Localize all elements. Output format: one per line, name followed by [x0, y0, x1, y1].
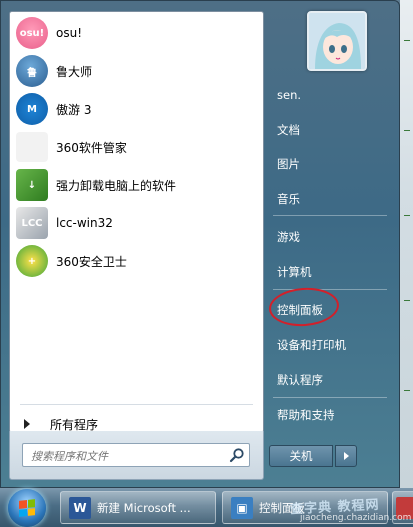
desktop-mark: [404, 40, 410, 41]
all-programs-label: 所有程序: [50, 417, 99, 432]
360-safeguard-icon: +: [16, 245, 48, 277]
program-item-ludashi[interactable]: 鲁 鲁大师: [12, 52, 261, 90]
menu-separator: [273, 397, 387, 398]
menu-label: 帮助和支持: [277, 408, 335, 422]
word-icon: W: [69, 496, 91, 519]
program-label: osu!: [56, 26, 83, 40]
menu-separator: [273, 215, 387, 216]
search-input[interactable]: [29, 447, 223, 465]
windows-logo-icon: [19, 499, 35, 517]
arrow-right-icon: [24, 419, 30, 429]
programs-pane: osu! osu! 鲁 鲁大师 M 傲游 3 360软件管家 ↓ 强力卸载电脑上: [9, 11, 264, 433]
menu-label: 文档: [277, 123, 300, 137]
menu-label: 设备和打印机: [277, 338, 346, 352]
desktop-mark: [404, 300, 410, 301]
program-label: 傲游 3: [56, 102, 92, 117]
360-software-manager-icon: [16, 132, 48, 162]
menu-label: 默认程序: [277, 373, 323, 387]
shutdown-options-button[interactable]: [335, 445, 357, 467]
program-label: 360安全卫士: [56, 254, 127, 269]
menu-item-user[interactable]: sen.: [267, 83, 393, 107]
desktop-background: [400, 0, 413, 490]
lcc-win32-icon: LCC: [16, 207, 48, 239]
chevron-right-icon: [344, 452, 349, 460]
control-panel-icon: ▣: [231, 496, 253, 519]
menu-label: 音乐: [277, 192, 300, 206]
desktop-mark: [404, 390, 410, 391]
program-item-lcc-win32[interactable]: LCC lcc-win32: [12, 204, 261, 242]
menu-item-default-programs[interactable]: 默认程序: [267, 368, 393, 392]
user-avatar[interactable]: [307, 11, 367, 71]
search-icon[interactable]: [229, 447, 245, 463]
taskbar-label: 新建 Microsoft ...: [97, 500, 191, 515]
menu-item-documents[interactable]: 文档: [267, 118, 393, 142]
program-label: lcc-win32: [56, 216, 113, 230]
menu-item-pictures[interactable]: 图片: [267, 152, 393, 176]
osu-icon: osu!: [16, 17, 48, 49]
ludashi-icon: 鲁: [16, 55, 48, 87]
program-item-osu[interactable]: osu! osu!: [12, 14, 261, 52]
program-label: 强力卸载电脑上的软件: [56, 178, 177, 193]
watermark-url: jiaocheng.chazidian.com: [300, 513, 412, 523]
start-menu: osu! osu! 鲁 鲁大师 M 傲游 3 360软件管家 ↓ 强力卸载电脑上: [0, 0, 400, 488]
menu-label: sen.: [277, 88, 302, 102]
program-label: 鲁大师: [56, 64, 93, 79]
program-item-uninstaller[interactable]: ↓ 强力卸载电脑上的软件: [12, 166, 261, 204]
menu-item-music[interactable]: 音乐: [267, 187, 393, 211]
menu-item-help-support[interactable]: 帮助和支持: [267, 403, 393, 427]
taskbar-item-word[interactable]: W 新建 Microsoft ...: [60, 491, 216, 524]
desktop-mark: [404, 215, 410, 216]
menu-label: 计算机: [277, 265, 312, 279]
search-box[interactable]: [22, 443, 250, 467]
program-item-maxthon[interactable]: M 傲游 3: [12, 90, 261, 128]
shutdown-button[interactable]: 关机: [269, 445, 333, 467]
menu-item-computer[interactable]: 计算机: [267, 260, 393, 284]
shutdown-label: 关机: [289, 449, 313, 463]
program-label: 360软件管家: [56, 140, 127, 155]
avatar-picture-icon: [309, 13, 365, 69]
search-area: [9, 431, 264, 480]
program-list: osu! osu! 鲁 鲁大师 M 傲游 3 360软件管家 ↓ 强力卸载电脑上: [12, 14, 261, 280]
desktop-mark: [404, 130, 410, 131]
maxthon-icon: M: [16, 93, 48, 125]
menu-label: 游戏: [277, 230, 300, 244]
start-button[interactable]: [8, 489, 46, 527]
program-item-360-safeguard[interactable]: + 360安全卫士: [12, 242, 261, 280]
uninstaller-icon: ↓: [16, 169, 48, 201]
menu-item-games[interactable]: 游戏: [267, 225, 393, 249]
menu-item-devices-printers[interactable]: 设备和打印机: [267, 333, 393, 357]
program-item-360-software-manager[interactable]: 360软件管家: [12, 128, 261, 166]
divider: [20, 404, 253, 405]
menu-label: 图片: [277, 157, 300, 171]
